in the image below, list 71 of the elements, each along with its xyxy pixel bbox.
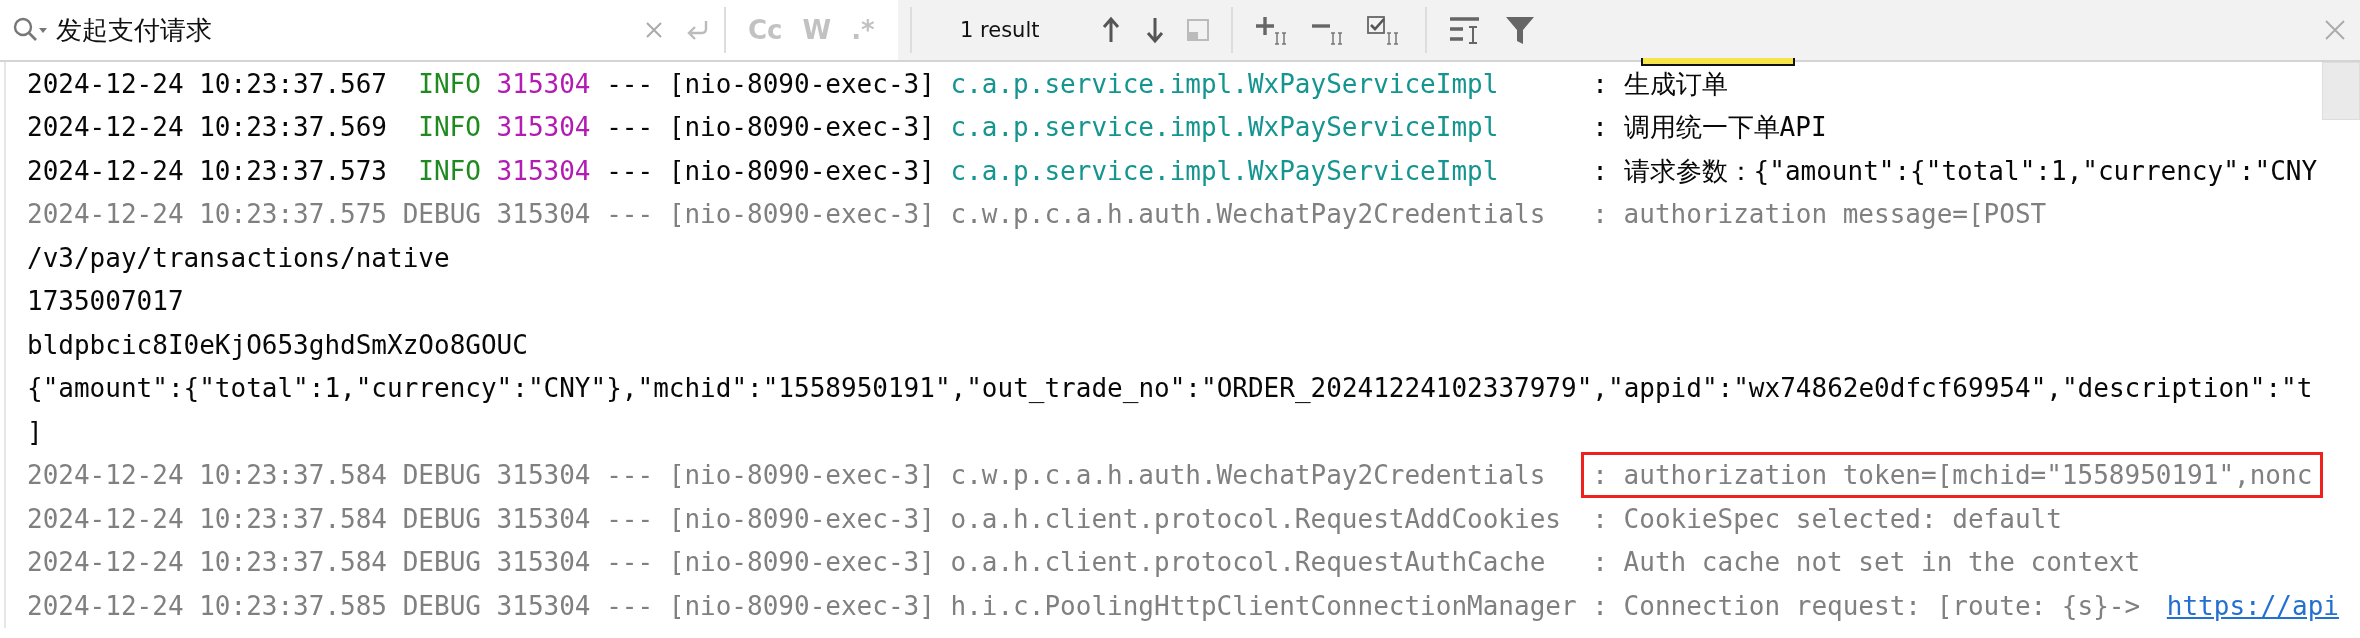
- logger-name: c.w.p.c.a.h.auth.WechatPay2Credentials: [950, 460, 1547, 491]
- process-id: 315304: [496, 460, 591, 491]
- logger-name: c.w.p.c.a.h.auth.WechatPay2Credentials: [950, 199, 1547, 230]
- result-count: 1 result: [960, 18, 1040, 42]
- process-id: 315304: [496, 112, 591, 143]
- highlighted-log-message: : authorization token=[mchid="1558950191",nonc: [1581, 452, 2324, 499]
- log-timestamp: 2024-12-24 10:23:37.584: [27, 547, 388, 578]
- log-text: ]: [27, 416, 43, 447]
- log-timestamp: 2024-12-24 10:23:37.584: [27, 460, 388, 491]
- log-timestamp: 2024-12-24 10:23:37.585: [27, 590, 388, 621]
- logger-name: o.a.h.client.protocol.RequestAddCookies: [950, 503, 1562, 534]
- logger-name: c.a.p.service.impl.WxPayServiceImpl: [950, 68, 1500, 99]
- log-separator: ---: [606, 547, 654, 578]
- log-separator: ---: [606, 112, 654, 143]
- log-separator: ---: [606, 460, 654, 491]
- log-separator: ---: [606, 155, 654, 186]
- log-level: DEBUG: [402, 547, 481, 578]
- search-field[interactable]: 发起支付请求 Cc W .*: [0, 0, 898, 60]
- logger-name: h.i.c.PoolingHttpClientConnectionManager: [950, 590, 1577, 621]
- scrollbar-thumb[interactable]: [2322, 62, 2360, 120]
- log-message: : 调用统一下单API: [1591, 111, 1828, 145]
- thread-name: [nio-8090-exec-3]: [668, 460, 935, 491]
- log-separator: ---: [606, 503, 654, 534]
- log-message: : CookieSpec selected: default: [1591, 502, 2063, 536]
- logger-name: c.a.p.service.impl.WxPayServiceImpl: [950, 155, 1500, 186]
- process-id: 315304: [496, 68, 591, 99]
- search-option-toggle[interactable]: .*: [841, 15, 885, 45]
- process-id: 315304: [496, 155, 591, 186]
- log-text: /v3/pay/transactions/native: [27, 242, 450, 273]
- url-link[interactable]: https://api: [2166, 590, 2339, 621]
- log-timestamp: 2024-12-24 10:23:37.575: [27, 199, 388, 230]
- process-id: 315304: [496, 547, 591, 578]
- log-timestamp: 2024-12-24 10:23:37.569: [27, 112, 388, 143]
- process-id: 315304: [496, 590, 591, 621]
- arrow-down-icon[interactable]: [1145, 16, 1166, 44]
- filter-icon[interactable]: [1505, 15, 1536, 45]
- log-separator: ---: [606, 199, 654, 230]
- thread-name: [nio-8090-exec-3]: [668, 547, 935, 578]
- thread-name: [nio-8090-exec-3]: [668, 199, 935, 230]
- log-level: DEBUG: [402, 503, 481, 534]
- search-option-toggle[interactable]: Cc: [738, 15, 793, 45]
- log-message: : 请求参数：{"amount":{"total":1,"currency":"CNY: [1591, 154, 2319, 188]
- log-timestamp: 2024-12-24 10:23:37.567: [27, 68, 388, 99]
- thread-name: [nio-8090-exec-3]: [668, 112, 935, 143]
- log-level: DEBUG: [402, 199, 481, 230]
- process-id: 315304: [496, 199, 591, 230]
- log-separator: ---: [606, 68, 654, 99]
- thread-name: [nio-8090-exec-3]: [668, 590, 935, 621]
- log-timestamp: 2024-12-24 10:23:37.573: [27, 155, 388, 186]
- log-message: : Auth cache not set in the context: [1591, 546, 2142, 580]
- log-level: DEBUG: [402, 590, 481, 621]
- log-message: : 生成订单: [1591, 67, 1729, 101]
- log-level: INFO: [417, 155, 481, 186]
- thread-name: [nio-8090-exec-3]: [668, 155, 935, 186]
- log-level: INFO: [417, 112, 481, 143]
- arrow-up-icon[interactable]: [1101, 16, 1122, 44]
- thread-name: [nio-8090-exec-3]: [668, 503, 935, 534]
- log-text: {"amount":{"total":1,"currency":"CNY"},"mchid":"1558950191","out_trade_no":"ORDER_20241224102337979","appid":"wx74862e0dfcf69954","description":"t: [27, 373, 2313, 404]
- log-timestamp: 2024-12-24 10:23:37.584: [27, 503, 388, 534]
- thread-name: [nio-8090-exec-3]: [668, 68, 935, 99]
- log-text: bldpbcic8I0eKjO653ghdSmXzOo8GOUC: [27, 329, 528, 360]
- logger-name: o.a.h.client.protocol.RequestAuthCache: [950, 547, 1547, 578]
- log-message: : authorization message=[POST: [1591, 198, 2048, 232]
- log-separator: ---: [606, 590, 654, 621]
- log-level: DEBUG: [402, 460, 481, 491]
- logger-name: c.a.p.service.impl.WxPayServiceImpl: [950, 112, 1500, 143]
- log-message: : Connection request: [route: {s}->: [1591, 589, 2142, 623]
- log-text: 1735007017: [27, 286, 184, 317]
- process-id: 315304: [496, 503, 591, 534]
- search-option-toggle[interactable]: W: [792, 15, 842, 45]
- log-level: INFO: [417, 68, 481, 99]
